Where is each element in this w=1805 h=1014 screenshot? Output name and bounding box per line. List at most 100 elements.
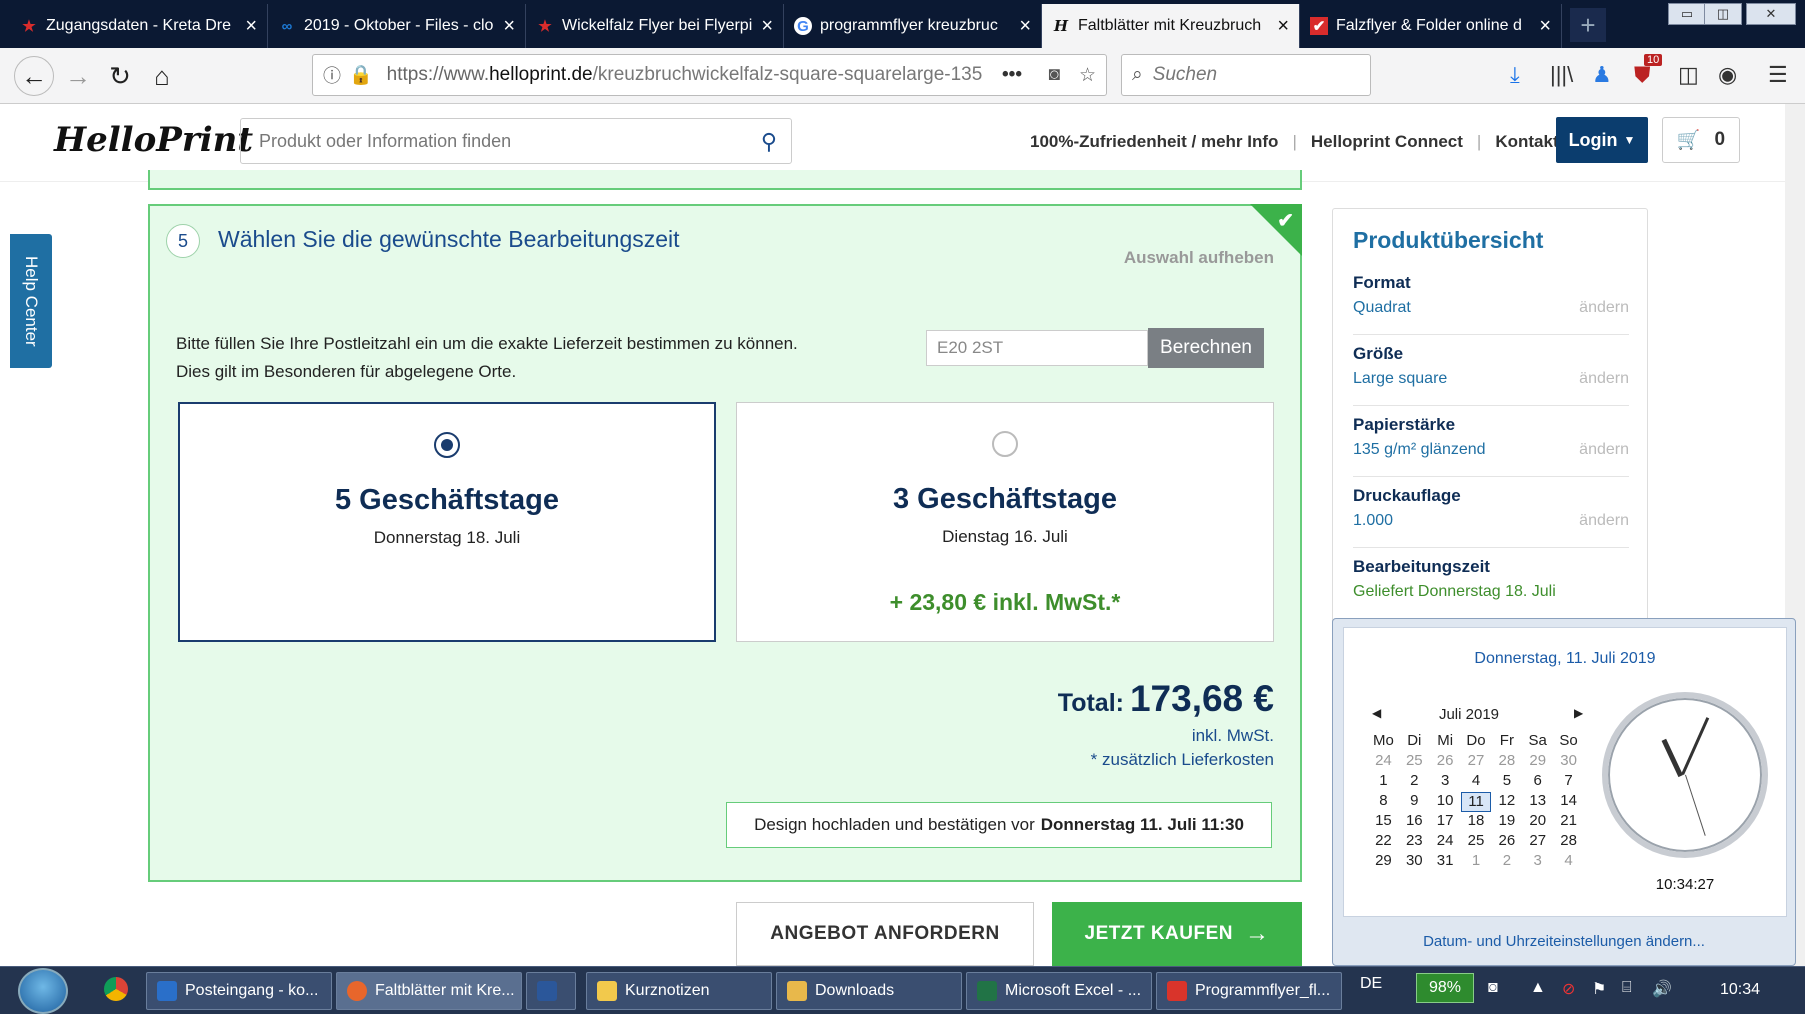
close-icon[interactable]: × bbox=[1277, 15, 1289, 38]
calendar-month[interactable]: Juli 2019 bbox=[1344, 706, 1594, 723]
home-icon[interactable]: ⌂ bbox=[142, 56, 182, 96]
menu-icon[interactable]: ☰ bbox=[1768, 62, 1788, 88]
contact-link[interactable]: Kontakt bbox=[1495, 132, 1558, 152]
browser-tab[interactable]: ✔ Falzflyer & Folder online d × bbox=[1300, 4, 1562, 48]
search-icon[interactable]: ⚲ bbox=[761, 129, 777, 155]
cart-icon: 🛒 bbox=[1676, 130, 1701, 151]
language-indicator[interactable]: DE bbox=[1360, 975, 1382, 993]
date-time-settings-link[interactable]: Datum- und Uhrzeiteinstellungen ändern..… bbox=[1333, 933, 1795, 950]
ghostery-icon[interactable]: ♟ bbox=[1592, 62, 1612, 88]
firefox-icon bbox=[347, 981, 367, 1001]
step-processing-time-panel: ✔ 5 Wählen Sie die gewünschte Bearbeitun… bbox=[148, 204, 1302, 882]
close-icon[interactable]: × bbox=[761, 15, 773, 38]
taskbar-item-outlook[interactable]: Posteingang - ko... bbox=[146, 972, 332, 1010]
overview-row-processing: Bearbeitungszeit Geliefert Donnerstag 18… bbox=[1353, 557, 1556, 600]
url-bar[interactable]: ⓘ 🔒 https://www. helloprint.de/kreuzbruch… bbox=[312, 54, 1107, 96]
next-month-icon[interactable]: ▶ bbox=[1574, 706, 1583, 720]
option-5-days[interactable]: 5 Geschäftstage Donnerstag 18. Juli bbox=[178, 402, 716, 642]
volume-icon[interactable]: 🔊 bbox=[1652, 979, 1672, 999]
action-center-flag-icon[interactable]: ⚑ bbox=[1592, 979, 1606, 999]
library-icon[interactable]: |||\ bbox=[1550, 62, 1573, 88]
tray-antivirus-icon[interactable]: ⊘ bbox=[1562, 979, 1575, 999]
calendar-week: 15 16 17 18 19 20 21 bbox=[1375, 812, 1577, 829]
taskbar-item-notes[interactable]: Kurznotizen bbox=[586, 972, 772, 1010]
maximize-button[interactable]: ◫ bbox=[1704, 3, 1742, 25]
weekday-header: Mo Di Mi Do Fr Sa So bbox=[1373, 732, 1578, 749]
taskbar-item-excel[interactable]: Microsoft Excel - ... bbox=[966, 972, 1152, 1010]
reset-selection-link[interactable]: Auswahl aufheben bbox=[1124, 248, 1274, 268]
arrow-right-icon: → bbox=[1245, 920, 1270, 947]
back-arrow-icon[interactable]: ← bbox=[14, 56, 54, 96]
change-link[interactable]: ändern bbox=[1579, 512, 1629, 530]
helloprint-logo[interactable]: HelloPrint bbox=[54, 120, 253, 160]
total-price: Total: 173,68 € bbox=[1057, 678, 1274, 719]
taskbar-item-firefox[interactable]: Faltblätter mit Kre... bbox=[336, 972, 522, 1010]
calendar-week: 29 30 31 1 2 3 4 bbox=[1375, 852, 1573, 869]
close-icon[interactable]: × bbox=[1019, 15, 1031, 38]
upload-deadline-box: Design hochladen und bestätigen vor Donn… bbox=[726, 802, 1272, 848]
check-icon: ✔ bbox=[1310, 17, 1328, 35]
taskbar-item-downloads[interactable]: Downloads bbox=[776, 972, 962, 1010]
extension-badge: 10 bbox=[1644, 54, 1663, 66]
pocket-icon[interactable]: ◙ bbox=[1049, 64, 1060, 86]
cloud-icon: ∞ bbox=[281, 17, 293, 35]
postcode-instructions: Bitte füllen Sie Ihre Postleitzahl ein u… bbox=[176, 334, 798, 381]
browser-tab[interactable]: ★ Zugangsdaten - Kreta Dre × bbox=[10, 4, 268, 48]
taskbar-item-word[interactable] bbox=[526, 972, 576, 1010]
cart-button[interactable]: 🛒 0 bbox=[1662, 117, 1740, 163]
previous-step-panel bbox=[148, 170, 1302, 190]
new-tab-button[interactable]: + bbox=[1570, 8, 1606, 42]
change-link[interactable]: ändern bbox=[1579, 370, 1629, 388]
star-icon: ★ bbox=[538, 18, 552, 35]
browser-tab[interactable]: ∞ 2019 - Oktober - Files - clo × bbox=[268, 4, 526, 48]
product-overview-panel: Produktübersicht Format Quadrat ändern G… bbox=[1332, 208, 1648, 638]
bookmark-star-icon[interactable]: ☆ bbox=[1079, 64, 1096, 87]
tray-app-icon[interactable]: ◙ bbox=[1488, 979, 1498, 997]
info-icon[interactable]: ⓘ bbox=[323, 62, 341, 88]
sidebar-icon[interactable]: ◫ bbox=[1678, 62, 1699, 88]
change-link[interactable]: ändern bbox=[1579, 441, 1629, 459]
download-icon[interactable]: ⤓ bbox=[1510, 62, 1520, 88]
taskbar-item-pdf[interactable]: Programmflyer_fl... bbox=[1156, 972, 1342, 1010]
buy-now-button[interactable]: JETZT KAUFEN → bbox=[1052, 902, 1302, 966]
more-icon[interactable]: ••• bbox=[1002, 64, 1022, 86]
close-icon[interactable]: × bbox=[245, 15, 257, 38]
browser-search-field[interactable]: ⌕ Suchen bbox=[1121, 54, 1371, 96]
browser-tab[interactable]: ★ Wickelfalz Flyer bei Flyerpi × bbox=[526, 4, 784, 48]
step-number: 5 bbox=[166, 224, 200, 258]
satisfaction-link[interactable]: 100%-Zufriedenheit / mehr Info bbox=[1030, 132, 1278, 152]
postcode-input[interactable]: E20 2ST bbox=[926, 330, 1148, 366]
network-icon[interactable]: ⌸ bbox=[1622, 979, 1632, 997]
calculate-button[interactable]: Berechnen bbox=[1148, 328, 1264, 368]
login-button[interactable]: Login ▼ bbox=[1556, 117, 1648, 163]
forward-arrow-icon[interactable]: → bbox=[58, 56, 98, 96]
browser-tab-active[interactable]: H Faltblätter mit Kreuzbruch × bbox=[1042, 4, 1300, 48]
window-close-button[interactable]: ✕ bbox=[1746, 3, 1796, 25]
close-icon[interactable]: × bbox=[503, 15, 515, 38]
battery-indicator[interactable]: 98% bbox=[1416, 973, 1474, 1003]
change-link[interactable]: ändern bbox=[1579, 299, 1629, 317]
outlook-icon bbox=[157, 981, 177, 1001]
tray-expand-icon[interactable]: ▲ bbox=[1530, 979, 1546, 997]
pdf-icon bbox=[1167, 981, 1187, 1001]
clock-digital-time: 10:34:27 bbox=[1655, 876, 1715, 893]
start-button[interactable] bbox=[18, 968, 68, 1014]
taskbar-clock[interactable]: 10:34 bbox=[1720, 981, 1760, 999]
calendar-week: 22 23 24 25 26 27 28 bbox=[1375, 832, 1577, 849]
radio-unselected[interactable] bbox=[992, 431, 1018, 457]
minimize-button[interactable]: ▭ bbox=[1668, 3, 1706, 25]
connect-link[interactable]: Helloprint Connect bbox=[1311, 132, 1463, 152]
site-search-input[interactable]: Produkt oder Information finden ⚲ bbox=[240, 118, 792, 164]
radio-selected[interactable] bbox=[434, 432, 460, 458]
chrome-icon[interactable] bbox=[104, 977, 128, 1001]
option-3-days[interactable]: 3 Geschäftstage Dienstag 16. Juli + 23,8… bbox=[736, 402, 1274, 642]
account-icon[interactable]: ◉ bbox=[1718, 62, 1737, 88]
browser-tab[interactable]: G programmflyer kreuzbruc × bbox=[784, 4, 1042, 48]
helloprint-icon: H bbox=[1053, 17, 1069, 35]
calendar-date-header[interactable]: Donnerstag, 11. Juli 2019 bbox=[1344, 650, 1786, 668]
help-center-tab[interactable]: Help Center bbox=[10, 234, 52, 368]
calendar-today[interactable]: 11 bbox=[1460, 792, 1492, 812]
reload-icon[interactable]: ↻ bbox=[100, 56, 140, 96]
request-quote-button[interactable]: ANGEBOT ANFORDERN bbox=[736, 902, 1034, 966]
close-icon[interactable]: × bbox=[1539, 15, 1551, 38]
